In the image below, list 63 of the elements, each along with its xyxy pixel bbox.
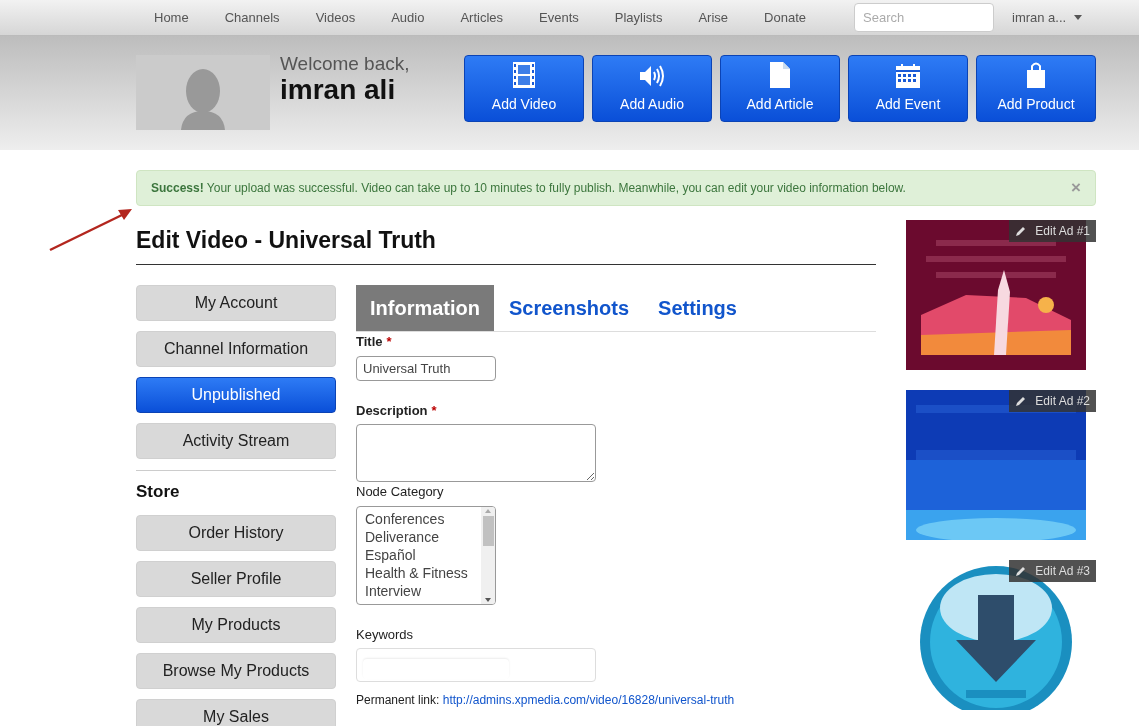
store-heading: Store — [136, 481, 181, 503]
tab[interactable]: Information — [356, 285, 494, 331]
permanent-link-text: Permanent link: http://admins.xpmedia.com/video/16828/universal-truth — [356, 692, 736, 709]
sidebar-item[interactable]: My Products — [136, 606, 336, 643]
description-field[interactable] — [356, 424, 596, 482]
sidebar-item[interactable]: Channel Information — [136, 331, 336, 367]
tab[interactable]: Settings — [644, 285, 751, 331]
nav-link[interactable]: Channels — [206, 7, 298, 28]
keywords-field[interactable] — [356, 648, 596, 682]
sidebar-item[interactable]: My Sales — [136, 698, 336, 726]
alert-message: Success! Your upload was successful. Video can take up to 10 minutes to fully publish. Meanwhile, you can edit your video information below. — [151, 180, 907, 197]
nav-link[interactable]: Arise — [680, 7, 747, 28]
title-field[interactable]: Universal Truth — [356, 355, 496, 381]
field-label: Title * — [356, 333, 393, 351]
add-video-button[interactable]: Add Video — [464, 55, 584, 122]
sidebar-item[interactable]: Unpublished — [136, 377, 336, 413]
nav-link[interactable]: Audio — [373, 7, 443, 28]
permanent-link[interactable]: http://admins.xpmedia.com/video/16828/universal-truth — [442, 693, 735, 707]
field-label: Description * — [356, 401, 438, 420]
nav-link[interactable]: Events — [521, 7, 597, 28]
list-option[interactable]: Deliverance — [365, 527, 481, 546]
required-marker: * — [431, 402, 437, 418]
nav-link[interactable]: Playlists — [596, 7, 681, 28]
list-option[interactable]: Conferences — [365, 509, 481, 528]
sidebar-item[interactable]: My Account — [136, 285, 336, 321]
edit-ad-link[interactable]: Edit Ad #2 — [1009, 390, 1096, 412]
list-option[interactable]: Health & Fitness — [365, 563, 481, 582]
film-icon — [513, 62, 535, 88]
list-option[interactable]: Interview — [365, 581, 481, 600]
edit-ad-link[interactable]: Edit Ad #3 — [1009, 560, 1096, 582]
speaker-icon — [639, 64, 665, 88]
user-name: imran ali — [280, 75, 397, 105]
field-label: Node Category — [356, 483, 445, 501]
pencil-icon — [1015, 395, 1028, 407]
page-title: Edit Video - Universal Truth — [136, 226, 876, 265]
field-label: Keywords — [356, 625, 415, 644]
pencil-icon — [1015, 225, 1028, 237]
tab[interactable]: Screenshots — [495, 285, 644, 331]
nav-link[interactable]: Home — [136, 7, 207, 28]
category-listbox[interactable]: Conferences Deliverance Español Health & Fitness Interview — [356, 505, 496, 605]
sidebar-item[interactable]: Seller Profile — [136, 560, 336, 597]
add-article-button[interactable]: Add Article — [720, 55, 840, 122]
nav-link[interactable]: Donate — [746, 7, 824, 28]
user-menu[interactable]: imran a... — [1012, 7, 1083, 28]
sidebar-item[interactable]: Browse My Products — [136, 652, 336, 689]
add-product-button[interactable]: Add Product — [976, 55, 1096, 122]
add-audio-button[interactable]: Add Audio — [592, 55, 712, 122]
sidebar-item[interactable]: Activity Stream — [136, 423, 336, 459]
edit-ad-link[interactable]: Edit Ad #1 — [1009, 220, 1096, 242]
calendar-icon — [896, 64, 920, 88]
add-event-button[interactable]: Add Event — [848, 55, 968, 122]
scroll-down-icon[interactable] — [484, 595, 492, 604]
document-icon — [770, 62, 790, 88]
scrollbar[interactable] — [481, 506, 495, 604]
required-marker: * — [386, 334, 392, 349]
list-option[interactable]: Español — [365, 545, 481, 564]
welcome-text: Welcome back, — [280, 53, 411, 75]
shopping-bag-icon — [1026, 62, 1046, 88]
nav-link[interactable]: Videos — [297, 7, 374, 28]
nav-link[interactable]: Articles — [442, 7, 521, 28]
caret-icon — [1074, 15, 1083, 20]
search-field[interactable]: Search — [854, 3, 994, 32]
sidebar-item[interactable]: Order History — [136, 514, 336, 551]
